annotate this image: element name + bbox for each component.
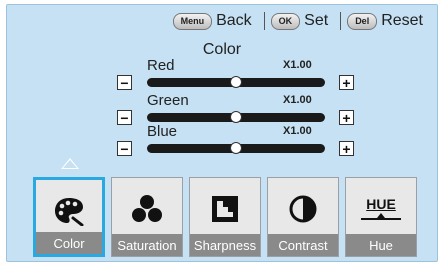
tile-label: Saturation — [112, 234, 182, 256]
del-key[interactable]: Del — [347, 12, 378, 30]
increase-button[interactable]: + — [339, 75, 354, 91]
slider-label: Red — [147, 57, 175, 74]
hue-icon-text: HUE — [366, 196, 396, 212]
slider-blue: Blue X1.00 − + — [117, 123, 357, 161]
slider-value: X1.00 — [283, 94, 312, 106]
hue-icon: HUE — [346, 190, 416, 228]
back-label: Back — [216, 12, 252, 29]
decrease-button[interactable]: − — [117, 141, 132, 157]
ok-key[interactable]: OK — [270, 12, 301, 30]
slider-knob[interactable] — [230, 142, 242, 154]
slider-value: X1.00 — [283, 125, 312, 137]
slider-value: X1.00 — [283, 59, 312, 71]
tile-contrast[interactable]: Contrast — [267, 177, 339, 257]
contrast-icon — [268, 190, 338, 228]
palette-icon — [36, 192, 102, 230]
tile-sharpness[interactable]: Sharpness — [189, 177, 261, 257]
hint-bar: Menu Back OK Set Del Reset — [172, 11, 429, 31]
slider-knob[interactable] — [230, 111, 242, 123]
tile-saturation[interactable]: Saturation — [111, 177, 183, 257]
slider-label: Blue — [147, 123, 178, 140]
tile-label: Hue — [346, 234, 416, 256]
increase-button[interactable]: + — [339, 141, 354, 157]
adjustment-tiles: Color Saturation Sharpness Contrast HUE … — [33, 177, 417, 257]
tile-label: Contrast — [268, 234, 338, 256]
slider-knob[interactable] — [230, 76, 242, 88]
divider — [263, 12, 265, 30]
tile-label: Color — [36, 232, 102, 254]
screen: Menu Back OK Set Del Reset Color Red X1.… — [6, 4, 438, 262]
slider-label: Green — [147, 92, 189, 109]
slider-red: Red X1.00 − + — [117, 57, 357, 95]
up-arrow-fill — [63, 160, 77, 168]
set-label: Set — [304, 12, 329, 29]
sharpness-icon — [190, 190, 260, 228]
reset-label: Reset — [381, 12, 423, 29]
divider — [340, 12, 342, 30]
decrease-button[interactable]: − — [117, 75, 132, 91]
menu-key[interactable]: Menu — [172, 12, 213, 30]
tile-color[interactable]: Color — [33, 177, 105, 257]
tile-hue[interactable]: HUE Hue — [345, 177, 417, 257]
three-dots-icon — [112, 190, 182, 228]
tile-label: Sharpness — [190, 234, 260, 256]
